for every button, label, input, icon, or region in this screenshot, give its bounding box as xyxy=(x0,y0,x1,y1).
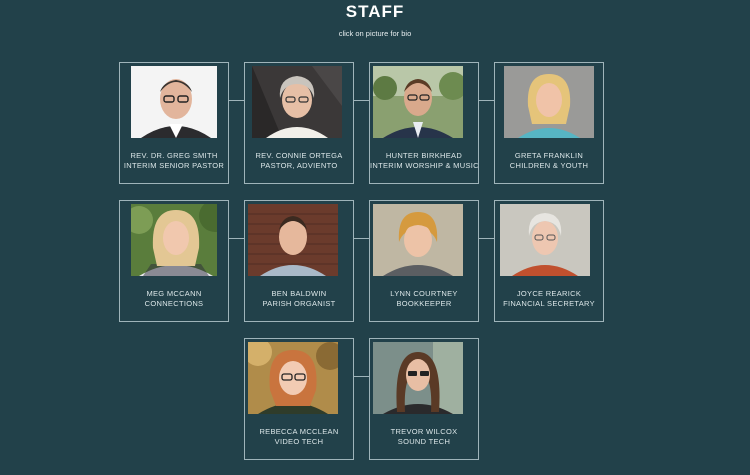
staff-role: PASTOR, ADVIENTO xyxy=(260,161,338,170)
staff-photo[interactable] xyxy=(373,66,475,138)
staff-photo[interactable] xyxy=(252,66,346,138)
staff-name: REV. CONNIE ORTEGA xyxy=(255,151,343,160)
staff-card-trevor-wilcox[interactable]: TREVOR WILCOX SOUND TECH xyxy=(369,338,479,460)
staff-role: CHILDREN & YOUTH xyxy=(509,161,589,170)
staff-card-meg-mccann[interactable]: MEG MCCANN CONNECTIONS xyxy=(119,200,229,322)
staff-photo[interactable] xyxy=(248,204,350,276)
staff-card-connie-ortega[interactable]: REV. CONNIE ORTEGA PASTOR, ADVIENTO xyxy=(244,62,354,184)
staff-role: PARISH ORGANIST xyxy=(262,299,336,308)
staff-photo[interactable] xyxy=(373,204,475,276)
staff-card-ben-baldwin[interactable]: BEN BALDWIN PARISH ORGANIST xyxy=(244,200,354,322)
staff-card-joyce-rearick[interactable]: JOYCE REARICK FINANCIAL SECRETARY xyxy=(494,200,604,322)
staff-photo[interactable] xyxy=(504,66,594,138)
card-connector xyxy=(354,238,369,239)
staff-card-lynn-courtney[interactable]: LYNN COURTNEY BOOKKEEPER xyxy=(369,200,479,322)
staff-name: REBECCA MCCLEAN xyxy=(259,427,339,436)
card-connector xyxy=(354,376,369,377)
card-connector xyxy=(354,100,369,101)
card-connector xyxy=(229,100,244,101)
staff-photo[interactable] xyxy=(248,342,350,414)
staff-name: MEG MCCANN xyxy=(146,289,202,298)
staff-name: REV. DR. GREG SMITH xyxy=(130,151,218,160)
staff-card-hunter-birkhead[interactable]: HUNTER BIRKHEAD INTERIM WORSHIP & MUSIC xyxy=(369,62,479,184)
staff-card-greg-smith[interactable]: REV. DR. GREG SMITH INTERIM SENIOR PASTO… xyxy=(119,62,229,184)
card-connector xyxy=(479,238,494,239)
staff-photo[interactable] xyxy=(131,66,217,138)
staff-role: VIDEO TECH xyxy=(274,437,324,446)
staff-photo[interactable] xyxy=(373,342,475,414)
staff-role: FINANCIAL SECRETARY xyxy=(503,299,595,308)
staff-role: CONNECTIONS xyxy=(144,299,204,308)
staff-role: INTERIM SENIOR PASTOR xyxy=(123,161,225,170)
staff-role: SOUND TECH xyxy=(397,437,451,446)
staff-card-rebecca-mcclean[interactable]: REBECCA MCCLEAN VIDEO TECH xyxy=(244,338,354,460)
staff-name: JOYCE REARICK xyxy=(516,289,582,298)
staff-name: TREVOR WILCOX xyxy=(390,427,458,436)
staff-photo[interactable] xyxy=(131,204,217,276)
staff-role: BOOKKEEPER xyxy=(396,299,452,308)
staff-name: BEN BALDWIN xyxy=(271,289,327,298)
staff-grid: REV. DR. GREG SMITH INTERIM SENIOR PASTO… xyxy=(0,0,750,475)
staff-card-greta-franklin[interactable]: GRETA FRANKLIN CHILDREN & YOUTH xyxy=(494,62,604,184)
staff-name: GRETA FRANKLIN xyxy=(514,151,584,160)
staff-name: HUNTER BIRKHEAD xyxy=(385,151,463,160)
card-connector xyxy=(479,100,494,101)
staff-photo[interactable] xyxy=(500,204,598,276)
staff-role: INTERIM WORSHIP & MUSIC xyxy=(370,161,479,170)
staff-name: LYNN COURTNEY xyxy=(390,289,458,298)
card-connector xyxy=(229,238,244,239)
